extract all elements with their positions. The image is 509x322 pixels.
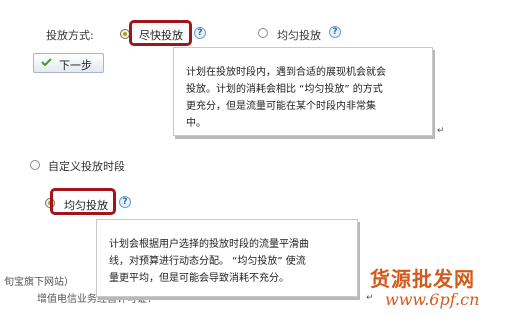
custom-time-label: 自定义投放时段 — [48, 160, 125, 173]
highlight-even-delivery — [50, 188, 116, 215]
help-custom-even-icon[interactable]: ? — [119, 196, 131, 208]
tooltip-fast-line: 计划在投放时段内，遇到合适的展现机会就会 — [186, 67, 386, 78]
tooltip-even-delivery: 计划会根据用户选择的投放时段的流量平滑曲 线，对预算进行动态分配。 “均匀投放”… — [96, 219, 358, 297]
highlight-fast-delivery — [129, 20, 192, 46]
radio-even-delivery[interactable] — [258, 28, 268, 38]
watermark-title: 货源批发网 — [370, 267, 475, 291]
help-even-icon[interactable]: ? — [329, 26, 341, 38]
tooltip-even-line: 计划会根据用户选择的投放时段的流量平滑曲 — [109, 239, 309, 250]
next-step-button[interactable]: 下一步 — [33, 53, 104, 73]
tooltip-fast-delivery: 计划在投放时段内，遇到合适的展现机会就会 投放。计划的消耗会相比 “均匀投放” … — [173, 47, 433, 136]
next-step-label: 下一步 — [59, 59, 92, 72]
radio-custom-time[interactable] — [30, 160, 40, 170]
check-icon — [41, 58, 52, 66]
option-even-label: 均匀投放 — [277, 29, 321, 42]
footer-line-1: 旬宝旗下网站） — [4, 277, 74, 288]
delivery-mode-label: 投放方式: — [46, 29, 94, 42]
paragraph-mark: ↵ — [437, 126, 445, 136]
help-fast-icon[interactable]: ? — [194, 27, 206, 39]
tooltip-fast-line: 更充分，但是流量可能在某个时段内非常集 — [186, 101, 376, 112]
tooltip-fast-line: 中。 — [186, 118, 206, 129]
tooltip-fast-line: 投放。计划的消耗会相比 “均匀投放” 的方式 — [186, 84, 383, 95]
paragraph-mark: ↵ — [366, 293, 374, 303]
tooltip-even-line: 线，对预算进行动态分配。 “均匀投放” 使流 — [109, 256, 306, 267]
tooltip-even-line: 量更平均，但是可能会导致消耗不充分。 — [109, 273, 289, 284]
watermark-url: www.6pf.cn — [385, 290, 480, 309]
